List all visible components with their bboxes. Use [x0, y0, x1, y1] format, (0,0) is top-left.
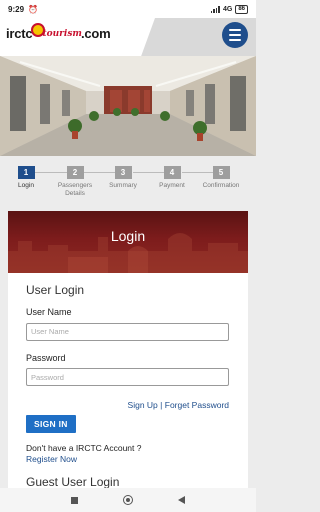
logo-text-left: irctc — [6, 26, 33, 41]
login-banner-title: Login — [110, 228, 146, 244]
step-number: 1 — [17, 166, 35, 179]
corridor-illustration — [0, 56, 256, 156]
battery-icon: 86 — [235, 4, 248, 14]
step-label: Passengers Details — [57, 182, 93, 197]
link-separator: | — [160, 400, 163, 410]
step-summary[interactable]: 3 Summary — [98, 166, 148, 190]
no-account-text: Don't have a IRCTC Account ? — [26, 443, 142, 453]
hamburger-menu-button[interactable] — [222, 22, 248, 48]
step-label: Confirmation — [202, 182, 240, 189]
status-bar: 9:29 ⏰ 4G 86 — [0, 0, 256, 18]
step-number: 5 — [212, 166, 230, 179]
account-links: Sign Up | Forget Password — [26, 400, 229, 410]
logo-text-right: .com — [80, 26, 111, 41]
home-icon[interactable] — [123, 495, 133, 505]
recent-apps-icon[interactable] — [71, 496, 78, 504]
logo-text-script: tourism — [42, 28, 82, 39]
forgot-password-link[interactable]: Forget Password — [165, 400, 229, 410]
step-label: Summary — [109, 182, 137, 189]
signup-link[interactable]: Sign Up — [128, 400, 158, 410]
signal-icon — [210, 5, 220, 13]
step-label: Payment — [159, 182, 185, 189]
username-label: User Name — [26, 307, 72, 317]
booking-stepper: 1 Login 2 Passengers Details 3 Summary 4… — [0, 163, 256, 205]
step-passengers-details[interactable]: 2 Passengers Details — [50, 166, 100, 198]
password-input[interactable] — [26, 368, 229, 386]
login-card: Login User Login User Name Password Sign… — [8, 211, 248, 489]
battery-level: 86 — [238, 5, 245, 12]
back-icon[interactable] — [178, 496, 185, 504]
step-number: 3 — [114, 166, 132, 179]
user-login-heading: User Login — [26, 283, 85, 297]
step-number: 2 — [66, 166, 84, 179]
step-confirmation[interactable]: 5 Confirmation — [196, 166, 246, 190]
step-login[interactable]: 1 Login — [1, 166, 51, 190]
status-time: 9:29 — [8, 4, 25, 14]
hamburger-icon — [229, 29, 241, 31]
step-payment[interactable]: 4 Payment — [147, 166, 197, 190]
network-type: 4G — [222, 5, 233, 13]
login-banner: Login — [8, 211, 248, 273]
sign-in-button[interactable]: SIGN IN — [26, 415, 76, 433]
username-input[interactable] — [26, 322, 229, 341]
hero-image — [0, 56, 256, 156]
step-number: 4 — [163, 166, 181, 179]
login-form: User Login User Name Password Sign Up | … — [8, 273, 248, 489]
password-label: Password — [26, 352, 66, 363]
irctc-tourism-logo[interactable]: irctc tourism .com — [6, 22, 111, 41]
guest-login-heading: Guest User Login — [26, 475, 120, 489]
step-label: Login — [18, 182, 34, 189]
app-header: irctc tourism .com — [0, 18, 256, 60]
status-icons: 4G 86 — [210, 4, 248, 14]
logo-emblem-icon — [31, 22, 46, 37]
system-nav-bar — [0, 488, 256, 512]
register-now-link[interactable]: Register Now — [26, 454, 230, 464]
alarm-icon: ⏰ — [28, 4, 38, 14]
